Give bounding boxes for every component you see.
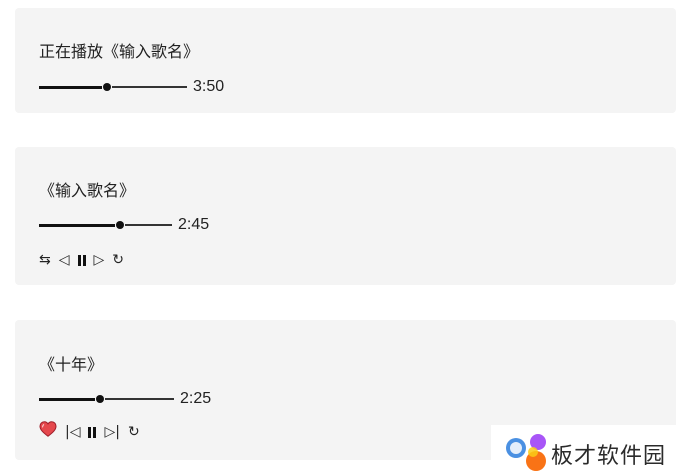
progress-played — [39, 397, 95, 401]
time-label: 2:45 — [178, 216, 210, 233]
playback-controls: |◁ ▷| ↻ — [39, 421, 140, 443]
previous-icon[interactable]: ◁ — [59, 250, 70, 270]
next-icon[interactable]: ▷ — [94, 250, 105, 270]
pause-icon[interactable] — [77, 254, 86, 266]
song-title: 正在播放《输入歌名》 — [39, 44, 200, 61]
song-title: 《十年》 — [39, 357, 104, 374]
pause-icon[interactable] — [88, 426, 97, 438]
progress-remaining — [125, 224, 172, 226]
progress-played — [39, 85, 102, 89]
skip-previous-icon[interactable]: |◁ — [65, 422, 80, 442]
progress-bar[interactable]: 3:50 — [39, 77, 224, 97]
watermark-text: 板才软件园 — [551, 443, 667, 468]
progress-knob[interactable] — [116, 221, 124, 229]
progress-remaining — [105, 398, 174, 400]
progress-knob[interactable] — [103, 83, 111, 91]
playback-controls: ⇆ ◁ ▷ ↻ — [39, 250, 124, 270]
repeat-icon[interactable]: ↻ — [112, 250, 124, 270]
progress-remaining — [112, 86, 187, 88]
time-label: 3:50 — [193, 78, 225, 95]
watermark: 板才软件园 — [491, 425, 691, 476]
shuffle-icon[interactable]: ⇆ — [39, 250, 51, 270]
repeat-icon[interactable]: ↻ — [128, 422, 140, 442]
watermark-logo-icon — [506, 434, 546, 471]
time-label: 2:25 — [180, 390, 212, 407]
progress-bar[interactable]: 2:25 — [39, 389, 211, 409]
player-card-now-playing: 正在播放《输入歌名》 3:50 — [15, 8, 676, 113]
heart-icon[interactable] — [39, 421, 57, 443]
progress-knob[interactable] — [96, 395, 104, 403]
progress-played — [39, 223, 115, 227]
skip-next-icon[interactable]: ▷| — [104, 422, 119, 442]
progress-bar[interactable]: 2:45 — [39, 215, 209, 235]
player-card-song: 《输入歌名》 2:45 ⇆ ◁ ▷ ↻ — [15, 147, 676, 285]
song-title: 《输入歌名》 — [39, 183, 136, 200]
